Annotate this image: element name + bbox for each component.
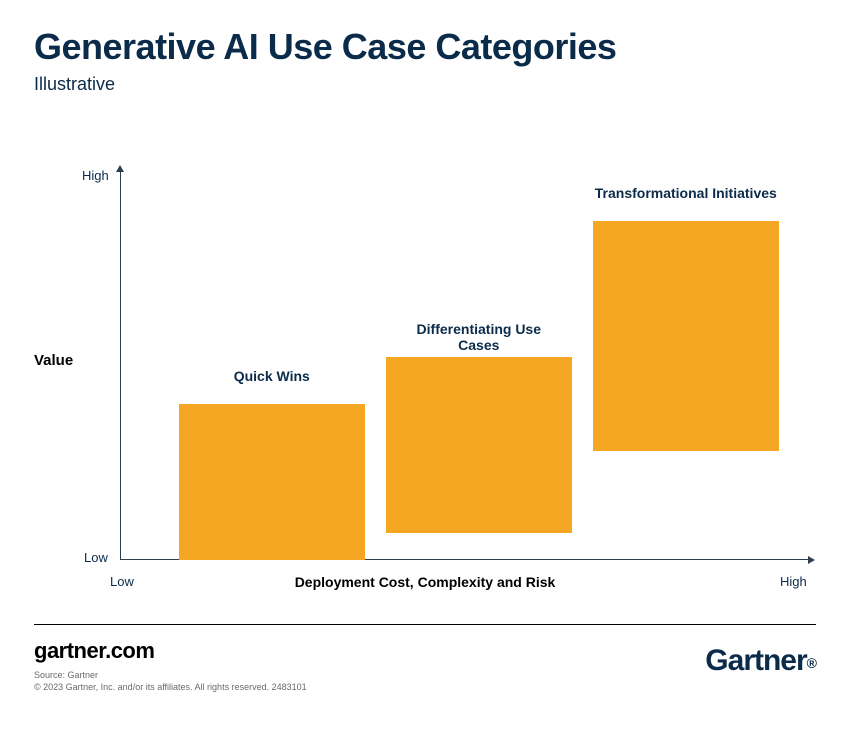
bar	[179, 404, 365, 560]
bar-label: Transformational Initiatives	[573, 185, 799, 201]
logo-text: Gartner	[705, 644, 806, 677]
bar	[386, 357, 572, 533]
plot-area: Quick Wins Differentiating UseCases Transf…	[120, 170, 810, 560]
logo-mark: ®	[807, 655, 816, 671]
source-text: Source: Gartner	[34, 670, 98, 680]
arrow-right-icon	[808, 556, 815, 564]
arrow-up-icon	[116, 165, 124, 172]
y-tick-low: Low	[84, 550, 108, 565]
chart-subtitle: Illustrative	[34, 74, 115, 95]
site-url: gartner.com	[34, 638, 154, 664]
bar-label: Quick Wins	[159, 368, 385, 384]
chart-title: Generative AI Use Case Categories	[34, 26, 616, 68]
footer-rule	[34, 624, 816, 625]
bar-label: Differentiating UseCases	[366, 321, 592, 353]
copyright-text: © 2023 Gartner, Inc. and/or its affiliat…	[34, 682, 307, 692]
bar	[593, 221, 779, 451]
y-tick-high: High	[82, 168, 109, 183]
y-axis-line	[120, 170, 121, 560]
x-axis-label: Deployment Cost, Complexity and Risk	[0, 574, 850, 590]
y-axis-label: Value	[34, 352, 73, 369]
gartner-logo: Gartner®	[705, 644, 816, 678]
